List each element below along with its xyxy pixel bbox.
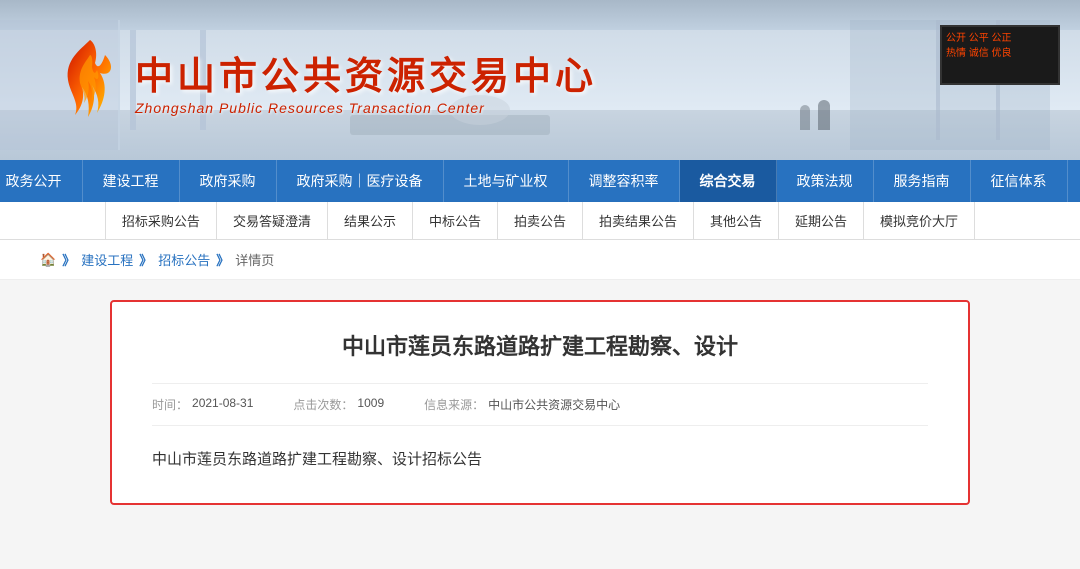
main-content: 中山市莲员东路道路扩建工程勘察、设计 时间： 2021-08-31 点击次数： … xyxy=(110,300,970,505)
logo-area: 中山市公共资源交易中心 Zhongshan Public Resources T… xyxy=(0,35,597,125)
meta-source-value: 中山市公共资源交易中心 xyxy=(488,396,620,413)
meta-source-label: 信息来源： xyxy=(424,396,484,413)
nav-item-zwgk[interactable]: 政务公开 xyxy=(0,160,83,202)
nav-item-zhxy[interactable]: 综合交易 xyxy=(680,160,777,202)
nav-sub-zbgg[interactable]: 中标公告 xyxy=(413,202,498,240)
nav-item-zcfg[interactable]: 政策法规 xyxy=(777,160,874,202)
nav-sub-zbcggg[interactable]: 招标采购公告 xyxy=(105,202,217,240)
breadcrumb-current: 详情页 xyxy=(235,250,274,269)
breadcrumb-link-zbgg[interactable]: 招标公告 xyxy=(158,250,210,269)
nav-sub-items: 招标采购公告 交易答疑澄清 结果公示 中标公告 拍卖公告 拍卖结果公告 其他公告… xyxy=(105,202,975,240)
nav-sub-qtgg[interactable]: 其他公告 xyxy=(694,202,779,240)
nav-sub-jggs[interactable]: 结果公示 xyxy=(328,202,413,240)
breadcrumb-sep1: 》 xyxy=(62,250,75,269)
meta-time-value: 2021-08-31 xyxy=(192,396,253,413)
logo-en-text: Zhongshan Public Resources Transaction C… xyxy=(135,100,597,116)
nav-sub-jydaaqc[interactable]: 交易答疑澄清 xyxy=(217,202,328,240)
article-title: 中山市莲员东路道路扩建工程勘察、设计 xyxy=(152,332,928,363)
nav-top-items: 首页 政务公开 建设工程 政府采购 政府采购｜医疗设备 土地与矿业权 调整容积率… xyxy=(0,160,1080,202)
nav-sub-yqgg[interactable]: 延期公告 xyxy=(779,202,864,240)
breadcrumb-bar: 🏠 》 建设工程 》 招标公告 》 详情页 xyxy=(0,240,1080,280)
logo-flame-icon xyxy=(60,35,120,125)
nav-item-zxxt[interactable]: 征信体系 xyxy=(971,160,1068,202)
header-banner: 公开 公平 公正热情 诚信 优良 中山市公共资源交易中心 xyxy=(0,0,1080,160)
meta-clicks-value: 1009 xyxy=(357,396,384,413)
nav-item-sjkf[interactable]: 数据开放 xyxy=(1068,160,1080,202)
nav-item-jsgc[interactable]: 建设工程 xyxy=(83,160,180,202)
logo-cn-text: 中山市公共资源交易中心 xyxy=(135,45,597,100)
breadcrumb-link-jsgc[interactable]: 建设工程 xyxy=(81,250,133,269)
nav-top: 首页 政务公开 建设工程 政府采购 政府采购｜医疗设备 土地与矿业权 调整容积率… xyxy=(0,160,1080,202)
meta-time-label: 时间： xyxy=(152,396,188,413)
nav-item-tdky[interactable]: 土地与矿业权 xyxy=(444,160,569,202)
logo-text-area: 中山市公共资源交易中心 Zhongshan Public Resources T… xyxy=(135,45,597,116)
meta-clicks-label: 点击次数： xyxy=(293,396,353,413)
nav-item-ylsb[interactable]: 政府采购｜医疗设备 xyxy=(277,160,444,202)
nav-item-zfcg[interactable]: 政府采购 xyxy=(180,160,277,202)
article-body: 中山市莲员东路道路扩建工程勘察、设计招标公告 xyxy=(152,446,928,473)
breadcrumb-sep3: 》 xyxy=(216,250,229,269)
nav-sub-mnjjdt[interactable]: 模拟竞价大厅 xyxy=(864,202,975,240)
breadcrumb-sep2: 》 xyxy=(139,250,152,269)
nav-item-tzrjl[interactable]: 调整容积率 xyxy=(569,160,680,202)
nav-sub: 招标采购公告 交易答疑澄清 结果公示 中标公告 拍卖公告 拍卖结果公告 其他公告… xyxy=(0,202,1080,240)
nav-item-fwzn[interactable]: 服务指南 xyxy=(874,160,971,202)
meta-source: 信息来源： 中山市公共资源交易中心 xyxy=(424,396,620,413)
nav-sub-pmgg[interactable]: 拍卖公告 xyxy=(498,202,583,240)
article-meta: 时间： 2021-08-31 点击次数： 1009 信息来源： 中山市公共资源交… xyxy=(152,383,928,426)
breadcrumb-home-icon[interactable]: 🏠 xyxy=(40,252,56,268)
meta-clicks: 点击次数： 1009 xyxy=(293,396,384,413)
nav-sub-pmjggs[interactable]: 拍卖结果公告 xyxy=(583,202,694,240)
meta-time: 时间： 2021-08-31 xyxy=(152,396,253,413)
